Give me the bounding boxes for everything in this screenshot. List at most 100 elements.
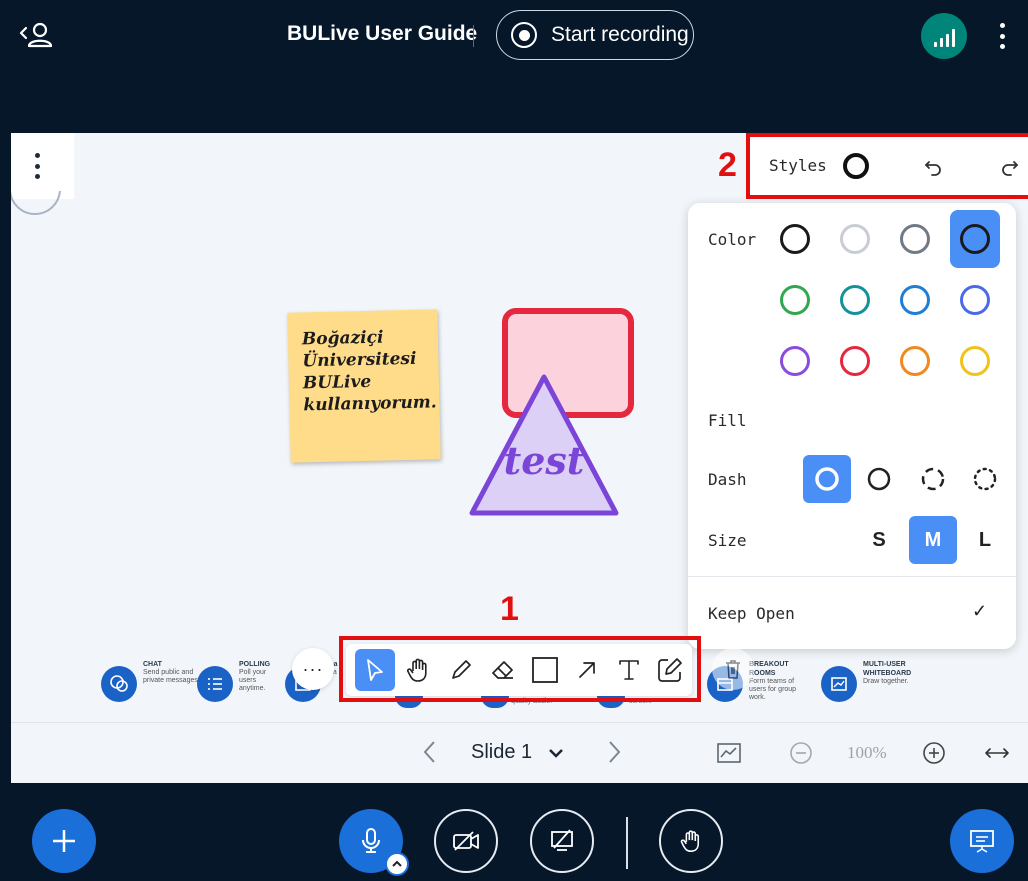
triangle-label: test <box>503 438 585 483</box>
audio-settings-button[interactable] <box>385 852 409 876</box>
zoom-out-button[interactable] <box>787 739 815 767</box>
more-vertical-icon <box>34 153 40 179</box>
top-bar: BULive User Guide Start recording <box>0 0 1028 70</box>
connection-status-button[interactable] <box>921 13 967 59</box>
slide-navigation-bar: Slide 1 100% <box>11 722 1028 782</box>
color-circle-icon <box>840 224 870 254</box>
size-medium-button[interactable]: M <box>909 516 957 564</box>
color-swatch[interactable] <box>890 332 940 390</box>
annotation-box-styles <box>746 133 1028 199</box>
feature-desc: Draw together. <box>863 678 909 685</box>
sticky-note[interactable]: Boğaziçi Üniversitesi BULive kullanıyoru… <box>287 309 441 463</box>
color-swatch[interactable] <box>830 271 880 329</box>
university-logo <box>11 191 63 217</box>
feature-title: BREAKOUT ROOMS <box>749 661 789 677</box>
dash-dotted-button[interactable] <box>961 455 1009 503</box>
presentation-toggle-button[interactable] <box>950 809 1014 873</box>
fill-label: Fill <box>708 411 747 430</box>
color-circle-icon <box>900 224 930 254</box>
chevron-up-icon <box>392 860 402 867</box>
color-swatch[interactable] <box>950 210 1000 268</box>
dash-draw-icon <box>815 467 839 491</box>
color-circle-icon <box>780 285 810 315</box>
dash-dotted-icon <box>973 467 997 491</box>
color-swatch[interactable] <box>890 210 940 268</box>
chevron-left-icon <box>423 741 435 763</box>
delete-button[interactable] <box>712 648 754 690</box>
color-swatch[interactable] <box>950 332 1000 390</box>
color-swatch[interactable] <box>770 332 820 390</box>
feature-title: MULTI-USER WHITEBOARD <box>863 661 912 677</box>
previous-slide-button[interactable] <box>415 737 445 767</box>
camera-button[interactable] <box>434 809 498 873</box>
dash-dashed-button[interactable] <box>909 455 957 503</box>
color-swatch[interactable] <box>770 271 820 329</box>
action-divider <box>626 817 628 869</box>
screen-share-off-icon <box>551 829 573 851</box>
color-swatch[interactable] <box>830 210 880 268</box>
chevron-down-icon <box>549 748 564 758</box>
start-recording-button[interactable]: Start recording <box>496 10 694 60</box>
color-circle-icon <box>900 285 930 315</box>
dash-draw-button[interactable] <box>803 455 851 503</box>
raise-hand-button[interactable] <box>659 809 723 873</box>
trash-icon <box>726 660 740 679</box>
color-circle-icon <box>780 346 810 376</box>
feature-desc: Form teams of users for group work. <box>749 678 797 701</box>
feature-polling: POLLING Poll your users anytime. <box>197 660 279 702</box>
screen-share-button[interactable] <box>530 809 594 873</box>
keep-open-toggle[interactable]: Keep Open <box>708 604 795 623</box>
hand-icon <box>680 830 700 853</box>
feature-whiteboard: MULTI-USER WHITEBOARD Draw together. <box>821 660 943 702</box>
options-menu-button[interactable] <box>992 20 1012 52</box>
signal-bars-icon <box>933 42 937 47</box>
dash-label: Dash <box>708 470 747 489</box>
fit-width-icon <box>985 748 1009 758</box>
dash-solid-icon <box>867 467 891 491</box>
panel-divider <box>688 576 1016 577</box>
actions-button[interactable] <box>32 809 96 873</box>
size-small-button[interactable]: S <box>855 516 903 564</box>
color-circle-icon <box>960 285 990 315</box>
plus-icon <box>53 830 75 852</box>
record-label: Start recording <box>551 23 689 46</box>
feature-title: POLLING <box>239 661 271 668</box>
color-swatch[interactable] <box>890 271 940 329</box>
slide-label: Slide 1 <box>471 741 533 763</box>
color-circle-icon <box>840 346 870 376</box>
next-slide-button[interactable] <box>599 737 629 767</box>
dash-dashed-icon <box>921 467 945 491</box>
list-icon <box>197 666 233 702</box>
zoom-in-icon <box>923 742 945 764</box>
leave-meeting-button[interactable] <box>16 18 56 54</box>
zoom-level: 100% <box>847 743 887 762</box>
more-horizontal-icon: ··· <box>302 658 324 679</box>
chart-board-icon <box>717 743 741 763</box>
color-label: Color <box>708 230 757 249</box>
color-swatch[interactable] <box>770 210 820 268</box>
user-leave-icon <box>19 22 53 48</box>
presentation-icon <box>970 830 994 853</box>
annotation-number-2: 2 <box>718 146 737 184</box>
feature-desc: Poll your users anytime. <box>239 669 267 692</box>
action-bar <box>0 795 1028 881</box>
dash-solid-button[interactable] <box>855 455 903 503</box>
styles-panel: Color Fill Dash Size S M L Keep Open ✓ <box>688 203 1016 649</box>
zoom-in-button[interactable] <box>920 739 948 767</box>
chevron-right-icon <box>609 741 621 763</box>
presentation-menu-button[interactable] <box>11 133 74 199</box>
color-circle-icon <box>780 224 810 254</box>
color-circle-icon <box>960 224 990 254</box>
fit-width-button[interactable] <box>983 739 1011 767</box>
size-large-button[interactable]: L <box>961 516 1009 564</box>
size-label: Size <box>708 531 747 550</box>
whiteboard-toggle-button[interactable] <box>715 739 743 767</box>
slide-select[interactable]: Slide 1 <box>471 741 564 764</box>
annotation-number-1: 1 <box>500 590 519 628</box>
zoom-out-icon <box>790 742 812 764</box>
color-swatch[interactable] <box>830 332 880 390</box>
color-swatch[interactable] <box>950 271 1000 329</box>
annotation-box-toolbar <box>339 636 701 702</box>
more-tools-button[interactable]: ··· <box>292 648 334 690</box>
microphone-icon <box>362 828 380 853</box>
